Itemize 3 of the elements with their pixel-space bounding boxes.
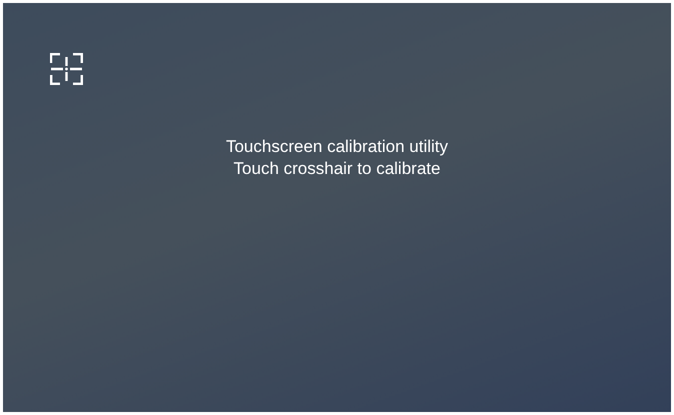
crosshair-icon[interactable] (50, 53, 83, 85)
title-text: Touchscreen calibration utility (226, 136, 448, 158)
instruction-text: Touch crosshair to calibrate (234, 158, 440, 180)
